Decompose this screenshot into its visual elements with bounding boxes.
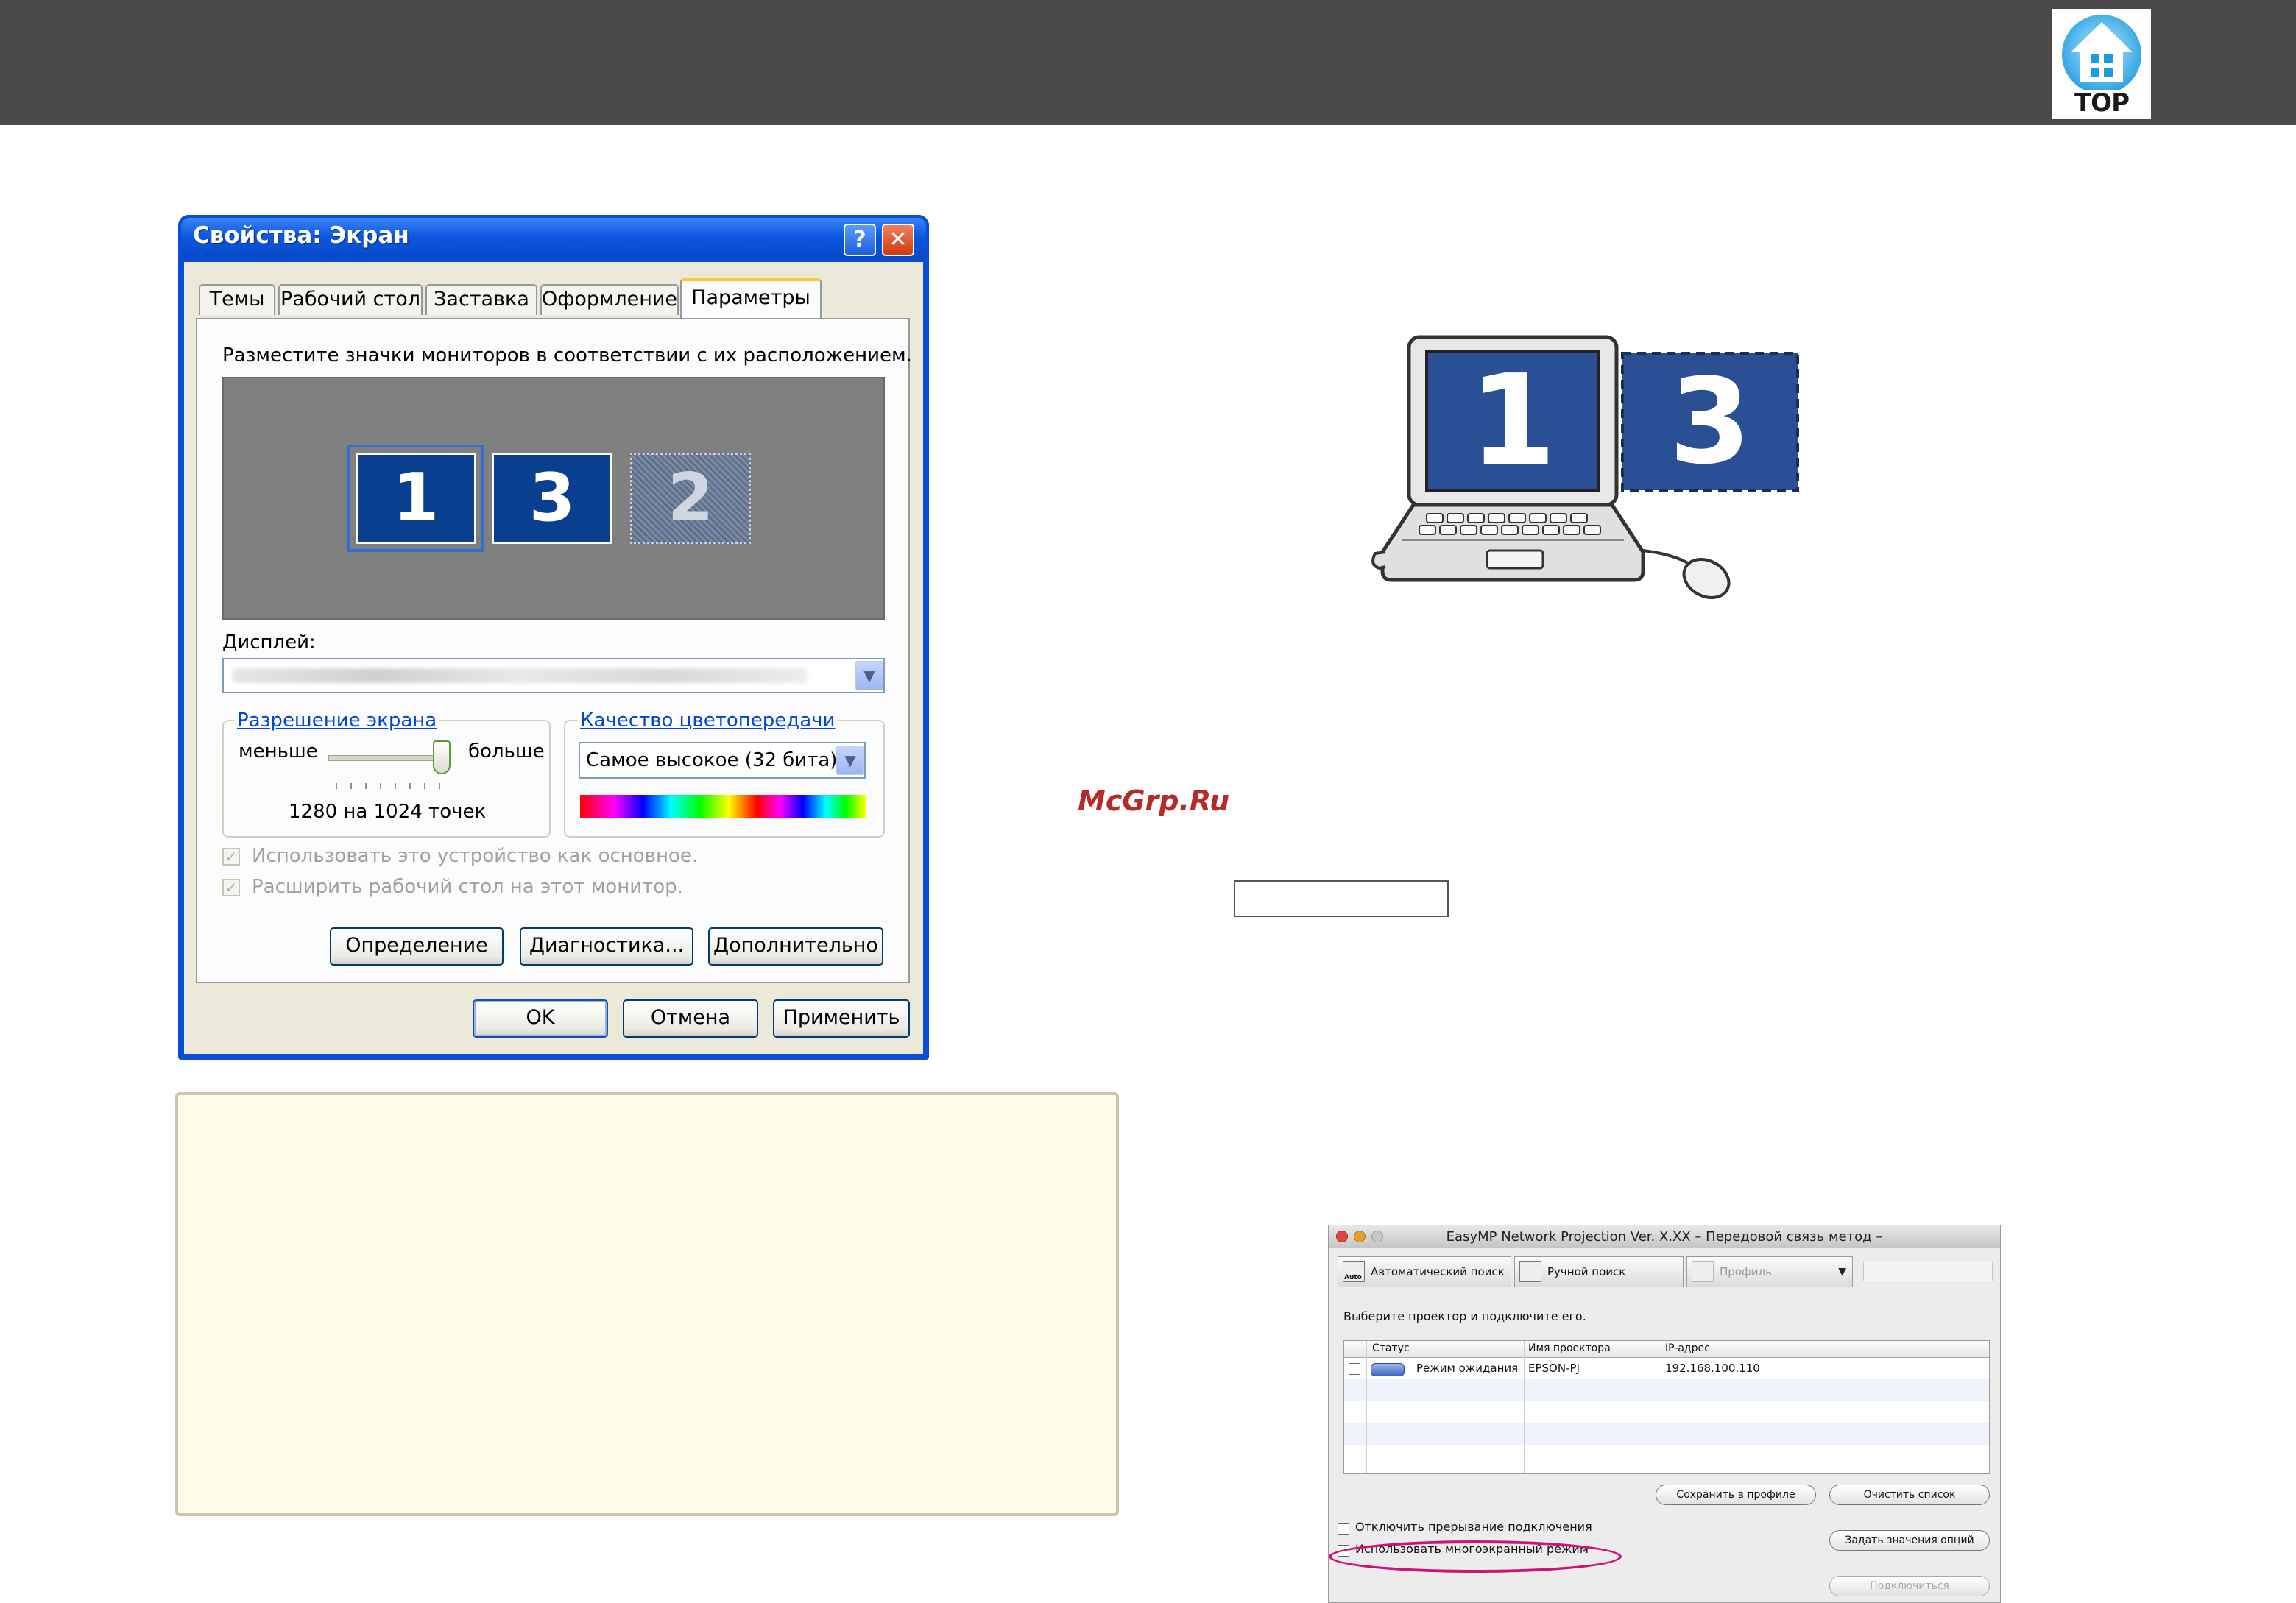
column-divider [1524,1341,1525,1473]
dialog-titlebar[interactable]: Свойства: Экран ? ✕ [181,218,926,259]
page-header [0,0,2296,125]
top-logo-label: TOP [2074,88,2130,118]
table-row-empty [1344,1423,1989,1445]
color-quality-group [564,720,885,838]
laptop-monitor-1-label: 1 [1469,348,1557,494]
manual-search-icon [1519,1261,1541,1282]
extend-desktop-checkbox[interactable]: ✓ [222,879,240,896]
tab-appearance[interactable]: Оформление [540,284,679,315]
auto-search-button[interactable]: Auto Автоматический поиск [1338,1256,1511,1287]
blank-field [1234,880,1449,917]
identify-button[interactable]: Определение [330,927,504,966]
extend-desktop-label: Расширить рабочий стол на этот монитор. [252,876,683,898]
slider-ticks [336,783,446,789]
column-name[interactable]: Имя проектора [1528,1342,1611,1354]
help-icon: ? [853,227,866,252]
row-projector-name: EPSON-PJ [1528,1362,1580,1375]
laptop-illustration: 1 3 [1369,330,1811,602]
advanced-button[interactable]: Дополнительно [708,927,883,966]
primary-device-checkbox[interactable]: ✓ [222,848,240,866]
apply-button[interactable]: Применить [773,999,910,1038]
chevron-down-icon[interactable]: ▼ [855,661,883,690]
resolution-slider-track[interactable] [328,755,448,761]
resolution-group-title: Разрешение экрана [234,710,440,732]
multiscreen-highlight-ellipse [1329,1540,1622,1573]
profile-label: Профиль [1720,1265,1772,1278]
set-options-button[interactable]: Задать значения опций [1829,1530,1990,1551]
auto-search-icon: Auto [1343,1261,1365,1282]
mac-instruction: Выберите проектор и подключите его. [1343,1309,1586,1323]
row-select-checkbox[interactable] [1349,1363,1360,1375]
monitor-instruction: Разместите значки мониторов в соответств… [222,344,912,367]
column-ip[interactable]: IP-адрес [1665,1342,1710,1354]
house-icon [2062,15,2141,94]
resolution-slider-thumb[interactable] [433,740,451,774]
watermark: McGrp.Ru [1078,785,1230,817]
table-row-empty [1344,1379,1989,1401]
tab-desktop[interactable]: Рабочий стол [278,284,423,315]
row-ip: 192.168.100.110 [1665,1362,1760,1375]
close-button[interactable]: ✕ [882,224,914,256]
clear-list-button[interactable]: Очистить список [1829,1485,1990,1505]
auto-search-label: Автоматический поиск [1371,1265,1505,1278]
projector-table[interactable]: Статус Имя проектора IP-адрес Режим ожид… [1343,1340,1990,1474]
chevron-down-icon[interactable]: ▼ [836,746,864,775]
color-group-title: Качество цветопередачи [577,710,838,732]
display-label: Дисплей: [222,631,316,654]
more-label: больше [468,740,545,762]
color-quality-select[interactable]: Самое высокое (32 бита) ▼ [579,742,866,779]
primary-device-label: Использовать это устройство как основное… [252,845,699,867]
less-label: меньше [239,740,318,762]
top-logo[interactable]: TOP [2052,9,2151,119]
chevron-down-icon: ▼ [1838,1266,1846,1278]
monitor-2[interactable]: 2 [630,453,751,544]
display-value-blurred [233,668,807,683]
cancel-button[interactable]: Отмена [623,999,758,1038]
monitor-3[interactable]: 3 [492,453,612,544]
tab-themes[interactable]: Темы [199,284,275,315]
manual-search-button[interactable]: Ручной поиск [1514,1256,1684,1287]
help-button[interactable]: ? [844,224,876,256]
profile-dropdown[interactable]: Профиль ▼ [1686,1256,1853,1287]
resolution-value: 1280 на 1024 точек [289,801,487,823]
color-quality-value: Самое высокое (32 бита) [586,749,838,771]
close-icon: ✕ [889,227,908,252]
easymp-window: EasyMP Network Projection Ver. X.XX – Пе… [1328,1225,2001,1603]
row-status: Режим ожидания [1416,1362,1519,1375]
troubleshoot-button[interactable]: Диагностика... [520,927,693,966]
monitor-1[interactable]: 1 [356,453,476,544]
mac-titlebar[interactable]: EasyMP Network Projection Ver. X.XX – Пе… [1329,1225,2000,1248]
mac-window-title: EasyMP Network Projection Ver. X.XX – Пе… [1446,1229,1883,1245]
tab-settings[interactable]: Параметры [680,278,822,319]
column-status[interactable]: Статус [1372,1342,1410,1354]
display-select[interactable]: ▼ [222,658,885,693]
dialog-title: Свойства: Экран [193,222,409,249]
color-spectrum-bar [580,795,866,818]
virtual-monitor-3-label: 3 [1669,353,1751,490]
profile-icon [1692,1261,1714,1282]
disable-interrupt-label: Отключить прерывание подключения [1355,1520,1592,1534]
projector-icon [1371,1363,1405,1376]
manual-search-label: Ручной поиск [1547,1265,1626,1278]
toolbar-search-field[interactable] [1863,1261,1993,1281]
ok-button[interactable]: OK [473,999,608,1038]
column-divider [1366,1341,1367,1473]
connect-button[interactable]: Подключиться [1829,1576,1990,1596]
save-profile-button[interactable]: Сохранить в профиле [1656,1485,1816,1505]
disable-interrupt-checkbox[interactable] [1338,1523,1349,1535]
tab-screensaver[interactable]: Заставка [425,284,537,315]
note-box [175,1092,1119,1516]
